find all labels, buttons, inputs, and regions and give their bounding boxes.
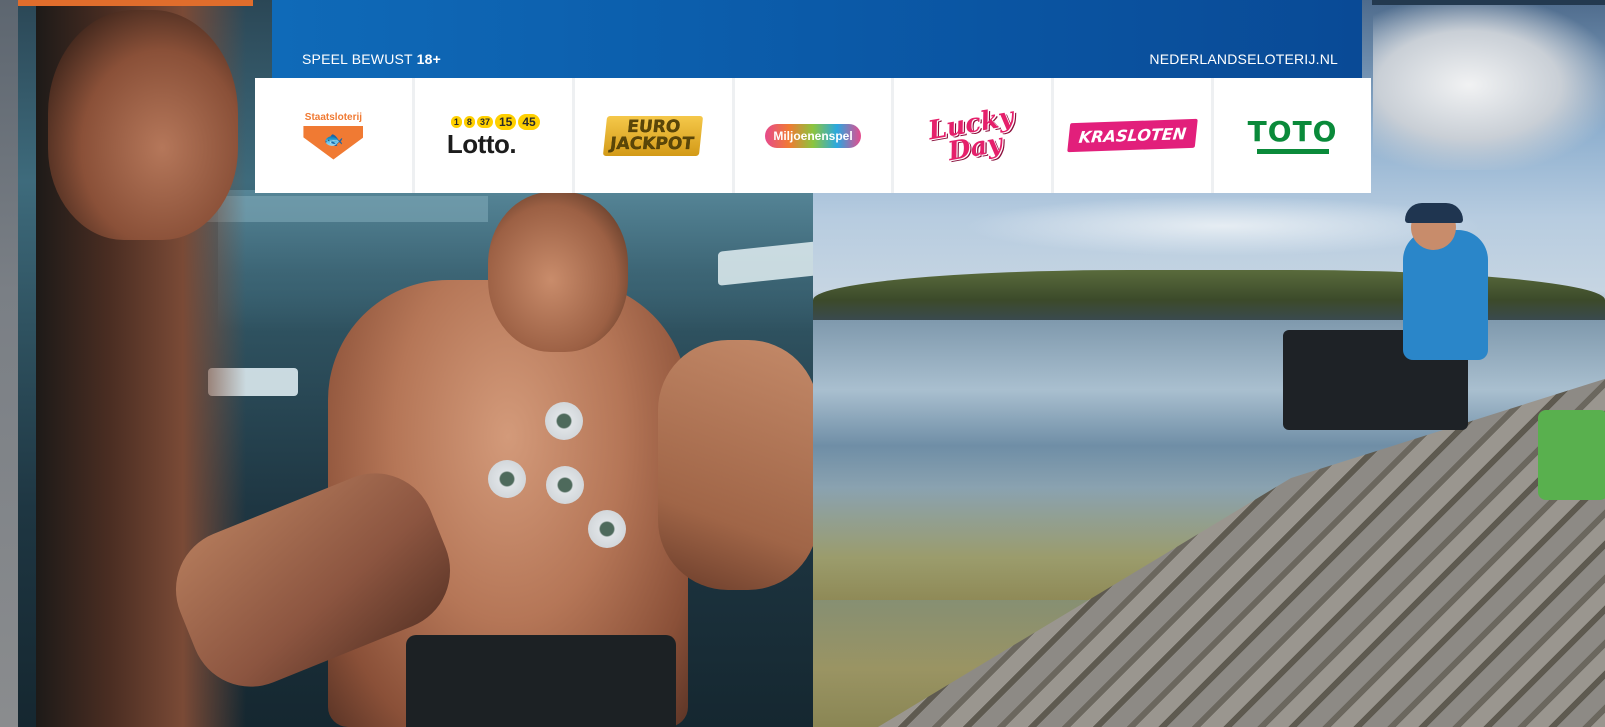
luckyday-logo: Lucky Day: [926, 101, 1019, 166]
orange-edge-strip: [18, 0, 253, 6]
toto-logo: TOTO: [1248, 117, 1338, 154]
lotto-ball: 15: [494, 113, 517, 130]
ecg-electrode: [488, 460, 526, 498]
lotto-tile[interactable]: 1 8 37 15 45 Lotto.: [414, 78, 572, 193]
lotto-ball: 8: [463, 115, 475, 128]
staatsloterij-logo: Staatsloterij 🐟: [303, 111, 364, 160]
play-responsibly-text: SPEEL BEWUST 18+: [302, 51, 441, 67]
lotto-ball: 37: [476, 115, 493, 128]
athlete-shorts: [406, 635, 676, 727]
lotto-ball: 1: [450, 115, 462, 128]
toto-tile[interactable]: TOTO: [1214, 78, 1372, 193]
athlete-head: [488, 192, 628, 352]
ecg-electrode: [546, 466, 584, 504]
website-link[interactable]: NEDERLANDSELOTERIJ.NL: [1149, 51, 1338, 67]
lotto-ball: 45: [518, 113, 540, 130]
ecg-electrode: [545, 402, 583, 440]
banner-blue-bar: SPEEL BEWUST 18+ NEDERLANDSELOTERIJ.NL: [272, 0, 1362, 78]
game-logo-row: Staatsloterij 🐟 1 8 37 15 45 Lotto. EURO…: [255, 78, 1372, 193]
nederlandse-loterij-banner: SPEEL BEWUST 18+ NEDERLANDSELOTERIJ.NL S…: [255, 0, 1372, 193]
miljoenenspel-logo: Miljoenenspel: [765, 123, 861, 148]
eurojackpot-tile[interactable]: EURO JACKPOT: [574, 78, 732, 193]
athlete-arm: [658, 340, 813, 590]
angler-cap: [1405, 203, 1463, 223]
cloud: [1373, 0, 1605, 170]
toto-underline: [1256, 149, 1329, 154]
miljoenenspel-tile[interactable]: Miljoenenspel: [734, 78, 892, 193]
angler-body: [1403, 230, 1488, 360]
luckyday-tile[interactable]: Lucky Day: [894, 78, 1052, 193]
krasloten-tile[interactable]: KRASLOTEN: [1054, 78, 1212, 193]
fish-icon: 🐟: [303, 125, 364, 160]
staatsloterij-name: Staatsloterij: [304, 111, 363, 123]
left-edge-photo-strip: [0, 0, 18, 727]
eurojackpot-logo: EURO JACKPOT: [603, 115, 704, 156]
krasloten-logo: KRASLOTEN: [1067, 118, 1199, 153]
ecg-electrode: [588, 510, 626, 548]
age-limit-label: 18+: [416, 51, 441, 67]
lotto-logo: 1 8 37 15 45 Lotto.: [446, 113, 540, 159]
miljoenenspel-name: Miljoenenspel: [773, 128, 853, 143]
lotto-name: Lotto.: [446, 128, 517, 159]
eurojackpot-line2: JACKPOT: [609, 133, 696, 154]
dark-edge-strip: [1372, 0, 1605, 5]
play-responsibly-label: SPEEL BEWUST: [302, 51, 413, 67]
eurojackpot-line1: EURO: [626, 116, 682, 137]
toto-name: TOTO: [1247, 115, 1338, 148]
lotto-balls: 1 8 37 15 45: [450, 113, 540, 130]
person-head: [48, 10, 238, 240]
green-bucket: [1538, 410, 1605, 500]
staatsloterij-tile[interactable]: Staatsloterij 🐟: [255, 78, 412, 193]
